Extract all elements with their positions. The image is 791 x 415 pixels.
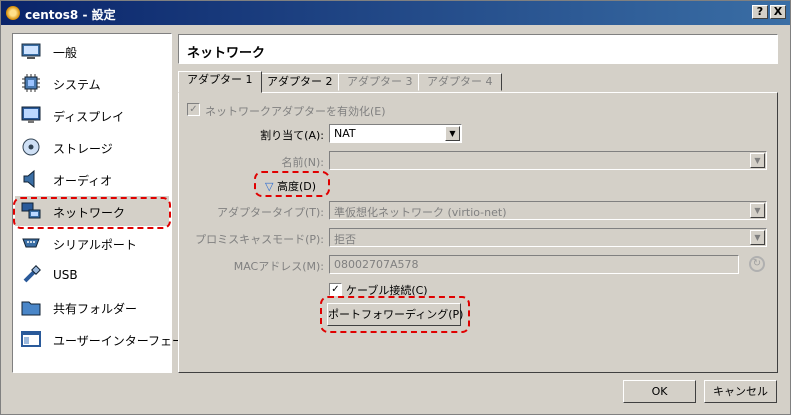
window-title: centos8 - 設定 xyxy=(25,8,116,22)
sidebar-item-label: ディスプレイ xyxy=(53,110,125,124)
app-gear-icon xyxy=(6,6,20,20)
sidebar-item-usb[interactable]: USB xyxy=(15,260,169,290)
sidebar-item-label: 共有フォルダー xyxy=(53,302,138,316)
sidebar-item-label: オーディオ xyxy=(53,174,113,188)
sidebar-item-storage[interactable]: ストレージ xyxy=(15,132,169,162)
general-icon xyxy=(21,43,41,59)
storage-disk-icon xyxy=(22,138,40,156)
network-highlight-marker xyxy=(13,197,171,229)
cancel-button[interactable]: キャンセル xyxy=(704,380,777,403)
ok-button[interactable]: OK xyxy=(623,380,696,403)
sidebar-item-shared-folders[interactable]: 共有フォルダー xyxy=(15,292,169,322)
tab-adapter-4[interactable]: アダプター 4 xyxy=(418,73,502,91)
sidebar-item-serial-port[interactable]: シリアルポート xyxy=(15,228,169,258)
mac-address-value: 08002707A578 xyxy=(334,258,419,271)
refresh-mac-icon[interactable]: ↻ xyxy=(749,256,765,272)
attached-to-label: 割り当て(A): xyxy=(260,129,324,142)
tab-adapter-1[interactable]: アダプター 1 xyxy=(178,71,262,93)
sidebar-item-audio[interactable]: オーディオ xyxy=(15,164,169,194)
settings-window: centos8 - 設定 ? X 一般 システム ディスプレイ ストレージ オー… xyxy=(0,0,791,415)
close-button[interactable]: X xyxy=(770,5,786,19)
sidebar-item-label: シリアルポート xyxy=(53,238,137,252)
mac-address-field[interactable]: 08002707A578 xyxy=(329,255,739,274)
adapter-type-select[interactable]: 準仮想化ネットワーク (virtio-net) ▼ xyxy=(329,201,767,220)
promiscuous-mode-select[interactable]: 拒否 ▼ xyxy=(329,228,767,247)
port-forwarding-highlight-marker xyxy=(320,296,470,333)
system-chip-icon xyxy=(22,74,40,92)
sidebar-item-general[interactable]: 一般 xyxy=(15,36,169,66)
sidebar-item-label: ユーザーインターフェース xyxy=(53,334,196,348)
promiscuous-mode-label: プロミスキャスモード(P): xyxy=(195,233,324,246)
sidebar-item-label: システム xyxy=(53,78,101,92)
sidebar-item-label: ストレージ xyxy=(53,142,113,156)
name-select[interactable]: ▼ xyxy=(329,151,767,170)
chevron-down-icon: ▼ xyxy=(750,203,765,218)
mac-address-label: MACアドレス(M): xyxy=(233,260,324,273)
tab-adapter-3[interactable]: アダプター 3 xyxy=(338,73,422,91)
shared-folder-icon xyxy=(21,301,41,316)
sidebar-item-label: USB xyxy=(53,268,78,282)
sidebar-item-system[interactable]: システム xyxy=(15,68,169,98)
attached-to-select[interactable]: NAT ▼ xyxy=(329,124,462,143)
display-icon xyxy=(21,106,41,123)
usb-icon xyxy=(23,265,41,283)
user-interface-icon xyxy=(21,331,41,347)
adapter-type-label: アダプタータイプ(T): xyxy=(216,206,324,219)
sidebar-item-display[interactable]: ディスプレイ xyxy=(15,100,169,130)
page-title: ネットワーク xyxy=(187,46,266,61)
adapter-type-value: 準仮想化ネットワーク (virtio-net) xyxy=(334,206,507,219)
help-button[interactable]: ? xyxy=(752,5,768,19)
attached-to-value: NAT xyxy=(334,127,356,140)
enable-adapter-checkbox[interactable]: ✓ xyxy=(187,103,200,116)
audio-speaker-icon xyxy=(23,169,35,189)
advanced-highlight-marker xyxy=(254,171,330,197)
sidebar-item-user-interface[interactable]: ユーザーインターフェース xyxy=(15,324,195,354)
adapter-panel: ✓ ネットワークアダプターを有効化(E) 割り当て(A): NAT ▼ 名前(N… xyxy=(178,92,778,373)
promiscuous-mode-value: 拒否 xyxy=(334,233,356,246)
chevron-down-icon: ▼ xyxy=(750,153,765,168)
tab-adapter-2[interactable]: アダプター 2 xyxy=(258,73,342,91)
section-header: ネットワーク xyxy=(178,34,778,64)
serial-port-icon xyxy=(22,238,40,248)
cable-connected-checkbox[interactable]: ✓ xyxy=(329,283,342,296)
chevron-down-icon: ▼ xyxy=(750,230,765,245)
sidebar-item-label: 一般 xyxy=(53,46,78,60)
name-label: 名前(N): xyxy=(281,156,324,169)
title-bar[interactable]: centos8 - 設定 ? X xyxy=(1,1,790,25)
chevron-down-icon: ▼ xyxy=(445,126,460,141)
enable-adapter-label: ネットワークアダプターを有効化(E) xyxy=(205,105,386,118)
